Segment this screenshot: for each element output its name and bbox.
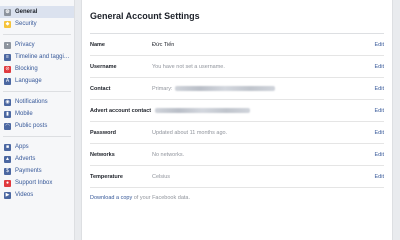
setting-value-text: You have not set a username. (152, 64, 225, 70)
timeline-icon: ≡ (4, 53, 11, 61)
download-data-text: of your Facebook data. (132, 195, 190, 201)
setting-value (152, 108, 250, 114)
setting-label: Temperature (90, 174, 123, 180)
sidebar-item-privacy[interactable]: ▪ Privacy (0, 39, 74, 51)
edit-link[interactable]: Edit (375, 108, 384, 114)
setting-label: Name (90, 42, 105, 48)
sidebar-item-label: Support Inbox (15, 180, 53, 186)
sidebar-item-label: Timeline and taggi… (15, 54, 70, 60)
gear-icon: ⚙ (4, 8, 11, 16)
sidebar-item-label: General (15, 9, 38, 15)
settings-sidebar: ⚙ General ◆ Security ▪ Privacy ≡ Timeline and t… (0, 0, 75, 240)
edit-link[interactable]: Edit (375, 152, 384, 158)
sidebar-item-label: Privacy (15, 42, 35, 48)
sidebar-item-label: Notifications (15, 99, 48, 105)
block-icon: ⊘ (4, 65, 11, 73)
sidebar-item-label: Videos (15, 192, 34, 198)
setting-value: Đức Tiến (152, 42, 174, 48)
setting-label: Password (90, 130, 116, 136)
globe-icon: ◉ (4, 98, 11, 106)
download-data-line: Download a copy of your Facebook data. (90, 195, 190, 201)
edit-link[interactable]: Edit (375, 174, 384, 180)
settings-list: Name Đức Tiến Edit Username You have not set… (90, 34, 384, 188)
sidebar-item-label: Apps (15, 144, 29, 150)
setting-label: Username (90, 64, 117, 70)
sidebar-item-notifications[interactable]: ◉ Notifications (0, 96, 74, 108)
setting-row-username: Username You have not set a username. Edit (90, 56, 384, 78)
edit-link[interactable]: Edit (375, 130, 384, 136)
sidebar-item-mobile[interactable]: ▮ Mobile (0, 108, 74, 120)
sidebar-item-blocking[interactable]: ⊘ Blocking (0, 63, 74, 75)
setting-row-password: Password Updated about 11 months ago. Edit (90, 122, 384, 144)
setting-value-text: Updated about 11 months ago. (152, 130, 228, 136)
apps-icon: ■ (4, 143, 11, 151)
support-icon: ● (4, 179, 11, 187)
setting-value-text: No networks. (152, 152, 185, 158)
setting-value-text: Đức Tiến (152, 42, 175, 48)
shield-icon: ◆ (4, 20, 11, 28)
setting-value: You have not set a username. (152, 64, 225, 70)
edit-link[interactable]: Edit (375, 42, 384, 48)
setting-label: Contact (90, 86, 111, 92)
sidebar-item-general[interactable]: ⚙ General (0, 6, 74, 18)
sidebar-item-timeline-and-taggi[interactable]: ≡ Timeline and taggi… (0, 51, 74, 63)
setting-row-networks: Networks No networks. Edit (90, 144, 384, 166)
setting-value: No networks. (152, 152, 184, 158)
video-icon: ▶ (4, 191, 11, 199)
sidebar-divider (3, 34, 71, 35)
sidebar-item-security[interactable]: ◆ Security (0, 18, 74, 30)
language-icon: A (4, 77, 11, 85)
sidebar-divider (3, 136, 71, 137)
setting-row-name: Name Đức Tiến Edit (90, 34, 384, 56)
sidebar-item-support-inbox[interactable]: ● Support Inbox (0, 177, 74, 189)
sidebar-item-apps[interactable]: ■ Apps (0, 141, 74, 153)
sidebar-item-label: Payments (15, 168, 42, 174)
sidebar-item-label: Mobile (15, 111, 33, 117)
setting-value-text: Primary: (152, 86, 173, 92)
sidebar-item-public-posts[interactable]: ◠ Public posts (0, 120, 74, 132)
sidebar-item-language[interactable]: A Language (0, 75, 74, 87)
sidebar-item-label: Adverts (15, 156, 36, 162)
sidebar-item-label: Language (15, 78, 42, 84)
adverts-icon: ▲ (4, 155, 11, 163)
sidebar-item-label: Security (15, 21, 37, 27)
setting-row-advert-account-contact: Advert account contact Edit (90, 100, 384, 122)
sidebar-divider (3, 91, 71, 92)
sidebar-item-label: Public posts (15, 123, 48, 129)
redacted-value (175, 86, 276, 92)
download-copy-link[interactable]: Download a copy (90, 195, 132, 201)
setting-value: Primary: (152, 86, 276, 92)
lock-icon: ▪ (4, 41, 11, 49)
sidebar-item-label: Blocking (15, 66, 38, 72)
setting-row-temperature: Temperature Celsius Edit (90, 166, 384, 188)
edit-link[interactable]: Edit (375, 64, 384, 70)
sidebar-item-payments[interactable]: $ Payments (0, 165, 74, 177)
settings-panel: General Account Settings Name Đức Tiến Edi… (81, 0, 393, 240)
sidebar-item-videos[interactable]: ▶ Videos (0, 189, 74, 201)
payments-icon: $ (4, 167, 11, 175)
sidebar-item-adverts[interactable]: ▲ Adverts (0, 153, 74, 165)
setting-value: Updated about 11 months ago. (152, 130, 227, 136)
rss-icon: ◠ (4, 122, 11, 130)
setting-row-contact: Contact Primary: Edit (90, 78, 384, 100)
edit-link[interactable]: Edit (375, 86, 384, 92)
setting-label: Networks (90, 152, 115, 158)
redacted-value (155, 108, 250, 114)
setting-value-text: Celsius (152, 174, 171, 180)
mobile-icon: ▮ (4, 110, 11, 118)
setting-label: Advert account contact (90, 108, 152, 114)
page-title: General Account Settings (90, 11, 200, 21)
setting-value: Celsius (152, 174, 170, 180)
